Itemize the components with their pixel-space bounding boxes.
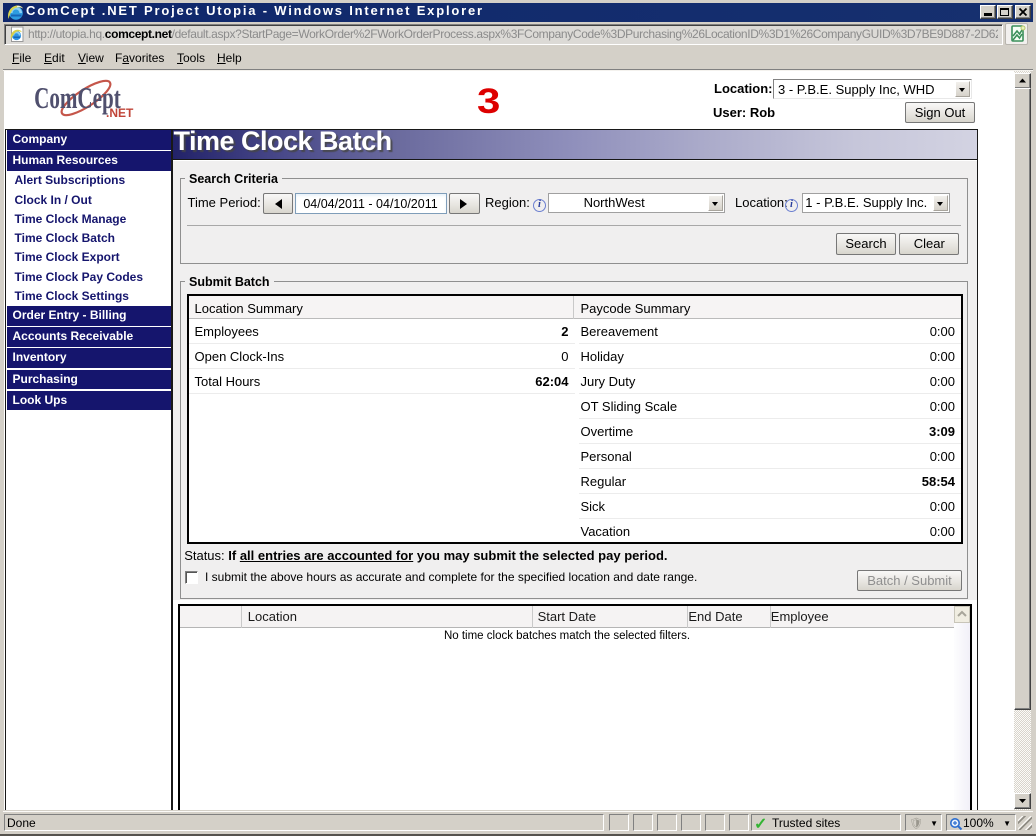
svg-text:.NET: .NET	[106, 106, 134, 120]
